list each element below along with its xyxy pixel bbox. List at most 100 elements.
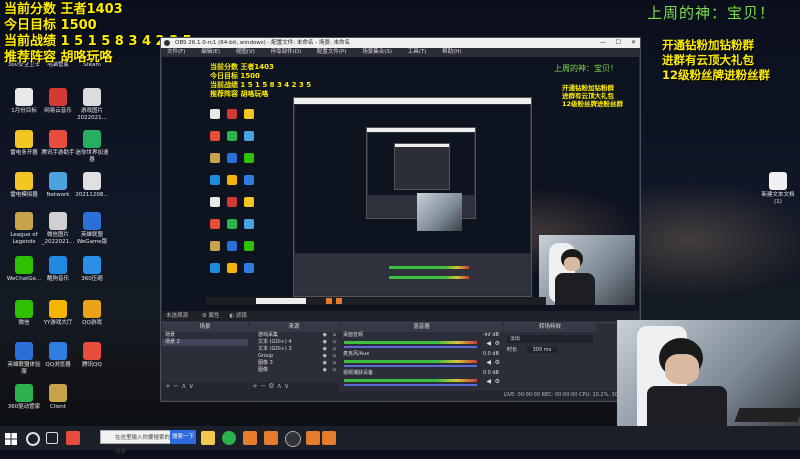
desktop-icon[interactable]: 腾讯手游助手 xyxy=(40,130,76,157)
menu-view[interactable]: 视图(V) xyxy=(236,49,255,55)
minimize-icon[interactable]: — xyxy=(600,38,606,48)
app-icon[interactable] xyxy=(66,431,80,445)
desktop-icon[interactable]: 微信 xyxy=(6,300,42,327)
visibility-eye-icon[interactable]: ◉ xyxy=(323,353,327,360)
obs-title-bar[interactable]: OBS 26.1.0-rc1 (64-bit, windows) - 配置文件:… xyxy=(161,38,640,48)
desktop-icon[interactable]: Client xyxy=(40,384,76,411)
menu-file[interactable]: 文件(F) xyxy=(167,49,185,55)
desktop-icon[interactable]: League of Legends xyxy=(6,212,42,246)
desktop-icon[interactable]: 网易云音乐 xyxy=(40,88,76,115)
maximize-icon[interactable]: ☐ xyxy=(616,38,621,48)
move-down-icon[interactable]: ∨ xyxy=(284,382,289,390)
cortana-icon[interactable] xyxy=(26,432,40,446)
visibility-eye-icon[interactable]: ◉ xyxy=(323,346,327,353)
desktop-icon[interactable]: 1月份目标 xyxy=(6,88,42,115)
add-icon[interactable]: + xyxy=(165,382,171,390)
filters-button[interactable]: 滤镜 xyxy=(236,313,247,319)
desktop-icon[interactable]: WeChatGe... xyxy=(6,256,42,283)
desktop-icon[interactable]: 迷你世界加速器 xyxy=(74,130,110,164)
menu-edit[interactable]: 编辑(E) xyxy=(201,49,220,55)
app-icon xyxy=(49,172,67,190)
desktop-icon-label: 腾讯QQ xyxy=(82,362,102,368)
menu-tools[interactable]: 工具(T) xyxy=(408,49,427,55)
taskbar-search-input[interactable]: 在这里输入你要搜索的内容 xyxy=(100,430,174,455)
speaker-icon[interactable]: ◀ xyxy=(486,359,491,366)
desktop-icon[interactable]: 20211208... xyxy=(74,172,110,199)
duration-input[interactable]: 300 ms xyxy=(526,347,558,353)
move-up-icon[interactable]: ∧ xyxy=(277,382,282,390)
lock-icon[interactable]: ▫ xyxy=(333,353,336,360)
visibility-eye-icon[interactable]: ◉ xyxy=(323,339,327,346)
visibility-eye-icon[interactable]: ◉ xyxy=(323,332,327,339)
desktop-icon[interactable]: 英雄联盟 WeGame版 xyxy=(74,212,110,246)
wegame-icon[interactable] xyxy=(322,431,336,445)
scene-item[interactable]: 场景 2 xyxy=(162,339,248,346)
speaker-icon[interactable]: ◀ xyxy=(486,340,491,347)
obs-icon[interactable] xyxy=(285,431,301,447)
visibility-eye-icon[interactable]: ◉ xyxy=(323,360,327,367)
move-up-icon[interactable]: ∧ xyxy=(181,382,186,390)
desktop-icon[interactable]: 腾讯QQ xyxy=(74,342,110,369)
source-item[interactable]: Group ◉ ▫ xyxy=(249,353,339,360)
visibility-eye-icon[interactable]: ◉ xyxy=(323,367,327,374)
obs-preview-canvas[interactable]: 当前分数 王者1403 今日目标 1500 当前战绩 1 5 1 5 8 3 4… xyxy=(162,57,639,311)
desktop-icon[interactable]: QQ游戏 xyxy=(74,300,110,327)
source-item[interactable]: 图像 3 ◉ ▫ xyxy=(249,360,339,367)
task-view-icon[interactable] xyxy=(46,432,58,444)
gear-icon[interactable]: ⚙ xyxy=(495,378,500,385)
filter-icon[interactable]: ◐ xyxy=(229,313,234,319)
desktop-icon[interactable]: QQ浏览器 xyxy=(40,342,76,369)
menu-scene-collection[interactable]: 场景集合(S) xyxy=(362,49,392,55)
lock-icon[interactable]: ▫ xyxy=(333,332,336,339)
obs-window[interactable]: OBS 26.1.0-rc1 (64-bit, windows) - 配置文件:… xyxy=(160,37,641,402)
source-item[interactable]: 文本 (GDI+) 4 ◉ ▫ xyxy=(249,339,339,346)
360-browser-icon[interactable] xyxy=(222,431,236,445)
move-down-icon[interactable]: ∨ xyxy=(189,382,194,390)
settings-icon[interactable]: ⚙ xyxy=(268,382,274,390)
taskbar-search-button[interactable]: 搜索一下 xyxy=(170,430,196,444)
volume-slider[interactable] xyxy=(344,365,477,367)
source-item[interactable]: 游戏采集 ◉ ▫ xyxy=(249,332,339,339)
desktop-icon[interactable]: 微信图片 _2022021... xyxy=(40,212,76,246)
gear-icon[interactable]: ⚙ xyxy=(202,313,207,319)
lock-icon[interactable]: ▫ xyxy=(333,346,336,353)
desktop-icon[interactable]: 酷狗音乐 xyxy=(40,256,76,283)
desktop-icon[interactable]: 游戏图片 2022021... xyxy=(74,88,110,122)
menu-docks[interactable]: 停靠部件(D) xyxy=(271,49,302,55)
lock-icon[interactable]: ▫ xyxy=(333,339,336,346)
gear-icon[interactable]: ⚙ xyxy=(495,340,500,347)
wegame-icon[interactable] xyxy=(264,431,278,445)
gear-icon[interactable]: ⚙ xyxy=(495,359,500,366)
file-explorer-icon[interactable] xyxy=(201,431,215,445)
menu-help[interactable]: 帮助(H) xyxy=(442,49,461,55)
volume-slider[interactable] xyxy=(344,384,477,386)
remove-icon[interactable]: − xyxy=(260,382,266,390)
desktop-icon[interactable]: 雷电多开器 xyxy=(6,130,42,157)
scenes-dock: 场景 场景 场景 2 + − ∧ ∨ xyxy=(162,322,248,391)
menu-profile[interactable]: 配置文件(P) xyxy=(317,49,347,55)
desktop-icon-new-text-doc[interactable]: 新建文本文档 (1) xyxy=(758,172,798,206)
volume-slider[interactable] xyxy=(344,346,477,348)
speaker-icon[interactable]: ◀ xyxy=(486,378,491,385)
windows-start-icon[interactable] xyxy=(4,431,18,445)
transition-select[interactable]: 淡出 xyxy=(507,335,593,343)
remove-icon[interactable]: − xyxy=(173,382,179,390)
lock-icon[interactable]: ▫ xyxy=(333,367,336,374)
game-icon[interactable] xyxy=(306,431,320,445)
wegame-icon[interactable] xyxy=(243,431,257,445)
desktop-icon[interactable]: 雷电模拟器 xyxy=(6,172,42,199)
desktop-icon[interactable]: 360驱动管家 xyxy=(6,384,42,411)
source-item[interactable]: 图像 ◉ ▫ xyxy=(249,367,339,374)
properties-button[interactable]: 属性 xyxy=(208,313,219,319)
source-item[interactable]: 文本 (GDI+) 3 ◉ ▫ xyxy=(249,346,339,353)
desktop-icon[interactable]: YY游戏大厅 xyxy=(40,300,76,327)
desktop-icon[interactable]: 360压缩 xyxy=(74,256,110,283)
desktop-icon[interactable]: 英雄联盟体验服 xyxy=(6,342,42,376)
scene-item[interactable]: 场景 xyxy=(162,332,248,339)
source-item-label: Group xyxy=(258,353,274,359)
lock-icon[interactable]: ▫ xyxy=(333,360,336,367)
desktop-icon[interactable]: Network xyxy=(40,172,76,199)
app-icon xyxy=(15,342,33,360)
close-icon[interactable]: ✕ xyxy=(631,38,636,48)
add-icon[interactable]: + xyxy=(252,382,258,390)
